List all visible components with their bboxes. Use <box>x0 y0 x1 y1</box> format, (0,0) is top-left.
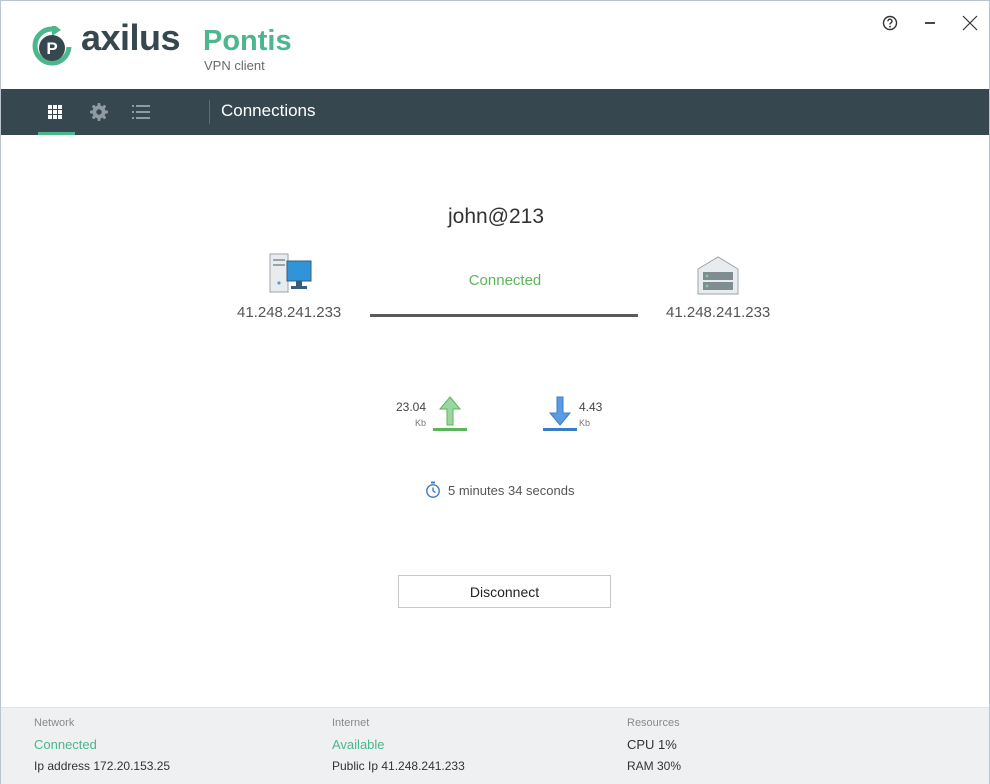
upload-unit: Kb <box>415 418 427 428</box>
list-icon[interactable] <box>121 89 161 135</box>
download-arrow-icon <box>543 396 577 431</box>
svg-text:P: P <box>46 39 57 58</box>
close-icon[interactable] <box>959 12 981 34</box>
internet-section: Internet Available Public Ip 41.248.241.… <box>332 717 465 781</box>
download-value: 4.43 <box>579 400 603 414</box>
nav-bar: Connections <box>1 89 989 135</box>
product-name: Pontis <box>203 25 292 57</box>
disconnect-button[interactable]: Disconnect <box>398 575 611 608</box>
help-circle-icon[interactable] <box>879 12 901 34</box>
status-bar: Network Connected Ip address 172.20.153.… <box>1 707 989 784</box>
remote-ip: 41.248.241.233 <box>666 304 771 321</box>
ram-usage: RAM 30% <box>627 759 682 773</box>
header: P axilus Pontis VPN client <box>1 1 989 89</box>
network-ip-address: Ip address 172.20.153.25 <box>34 759 171 773</box>
nav-divider <box>209 100 210 124</box>
upload-arrow-icon <box>433 396 467 431</box>
page-title: Connections <box>221 101 316 120</box>
connection-name: john@213 <box>447 205 545 228</box>
resources-section: Resources CPU 1% RAM 30% <box>627 717 681 781</box>
internet-public-ip: Public Ip 41.248.241.233 <box>332 759 465 773</box>
download-unit: Kb <box>579 418 591 428</box>
cpu-usage: CPU 1% <box>627 737 677 752</box>
app-window: P axilus Pontis VPN client Connections j… <box>0 0 990 784</box>
network-label: Network <box>34 717 75 729</box>
upload-value: 23.04 <box>396 400 427 414</box>
gear-icon[interactable] <box>79 89 119 135</box>
window-controls <box>879 11 981 35</box>
logo-icon: P <box>32 26 72 66</box>
connection-status: Connected <box>468 272 542 289</box>
minimize-icon[interactable] <box>919 12 941 34</box>
brand-name: axilus <box>81 17 181 58</box>
internet-status: Available <box>332 737 385 752</box>
local-ip: 41.248.241.233 <box>237 304 342 321</box>
network-section: Network Connected Ip address 172.20.153.… <box>34 717 170 781</box>
product-subtitle: VPN client <box>204 58 265 73</box>
internet-label: Internet <box>332 717 370 729</box>
connection-timer: 5 minutes 34 seconds <box>425 481 574 499</box>
timer-text: 5 minutes 34 seconds <box>448 482 575 498</box>
network-status: Connected <box>34 737 97 752</box>
resources-label: Resources <box>627 717 680 729</box>
grid-icon[interactable] <box>35 89 75 135</box>
connection-line <box>370 314 638 317</box>
stopwatch-icon <box>426 481 440 498</box>
